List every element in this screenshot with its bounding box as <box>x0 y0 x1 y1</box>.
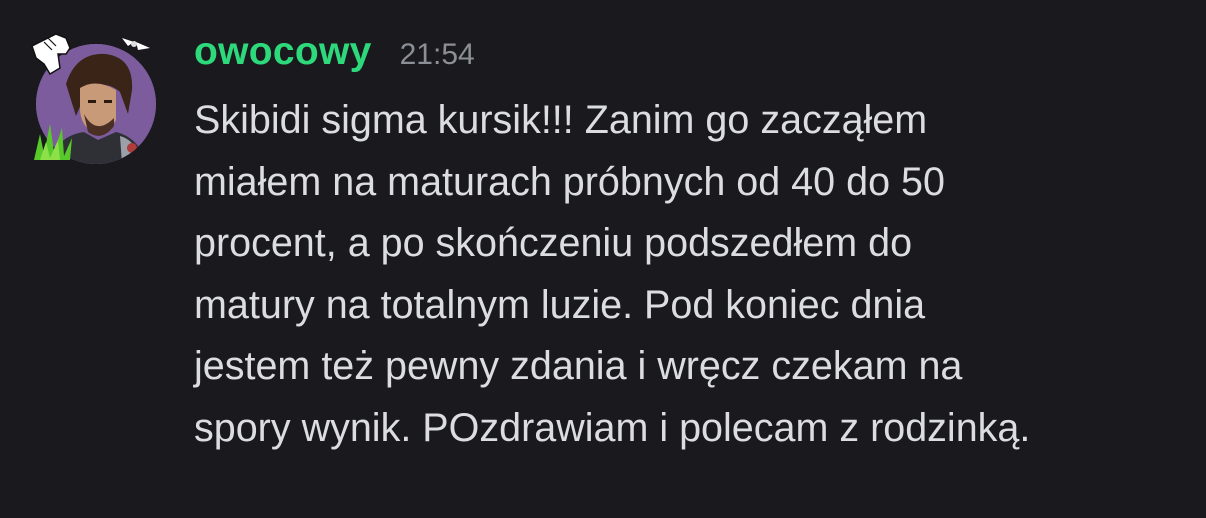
message-text: Skibidi sigma kursik!!! Zanim go zacząłe… <box>194 98 1031 450</box>
chat-message: owocowy 21:54 Skibidi sigma kursik!!! Za… <box>0 0 1206 518</box>
avatar-portrait-image <box>36 44 156 164</box>
message-timestamp[interactable]: 21:54 <box>400 38 475 72</box>
author-username[interactable]: owocowy <box>194 30 372 74</box>
avatar[interactable] <box>36 44 156 164</box>
avatar-with-decoration[interactable] <box>26 24 166 164</box>
message-header: owocowy 21:54 <box>194 30 475 86</box>
